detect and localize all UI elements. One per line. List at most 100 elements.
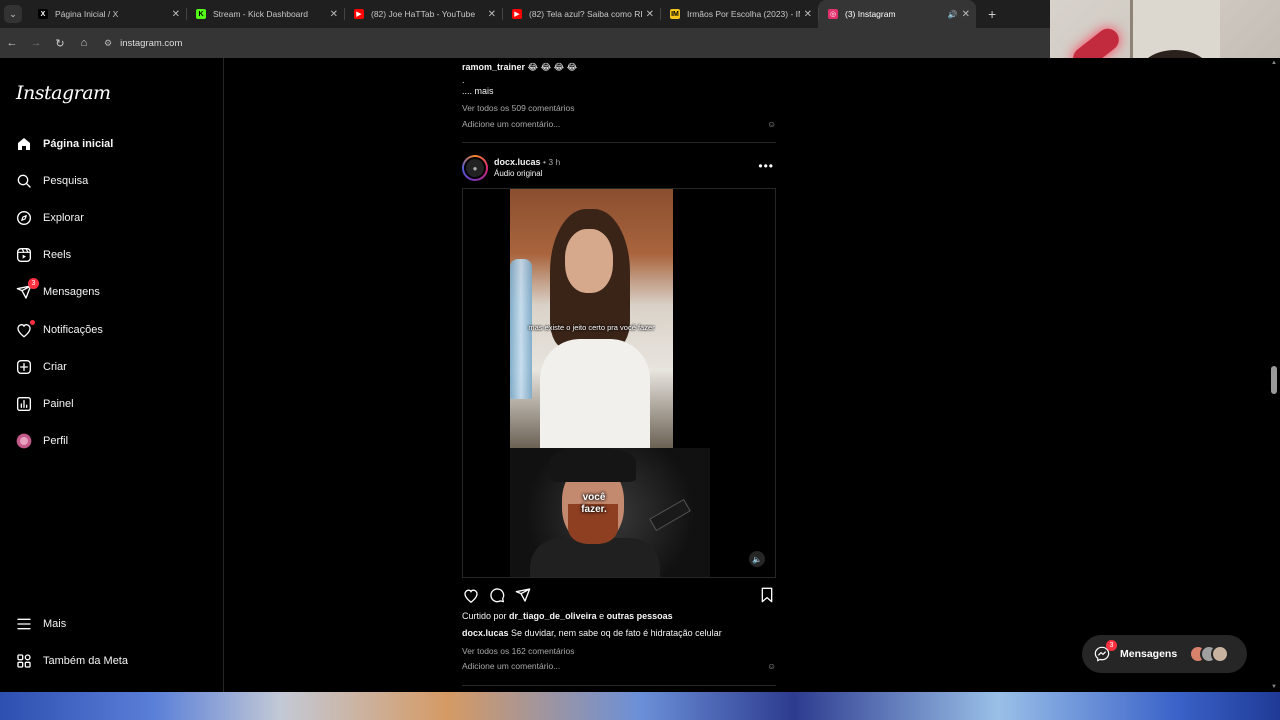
sidebar-bottom-nav: Mais Também da Meta bbox=[0, 605, 224, 679]
tab-favicon-icon: IM bbox=[670, 9, 680, 19]
back-button[interactable]: ← bbox=[0, 37, 24, 49]
sidebar-item-explorar[interactable]: Explorar bbox=[0, 199, 224, 236]
liked-and: e bbox=[599, 611, 605, 621]
sidebar-item-pesquisa[interactable]: Pesquisa bbox=[0, 162, 224, 199]
tab-title: (82) Joe HaTTab - YouTube bbox=[371, 9, 476, 19]
emoji-icon[interactable]: ☺ bbox=[767, 661, 776, 671]
post-caption: docx.lucas Se duvidar, nem sabe oq de fa… bbox=[462, 628, 722, 638]
close-tab-icon[interactable]: ✕ bbox=[172, 9, 180, 20]
sidebar-item-label: Pesquisa bbox=[43, 174, 89, 187]
messages-pill[interactable]: 3 Mensagens bbox=[1082, 635, 1247, 673]
like-heart-icon[interactable] bbox=[462, 586, 480, 604]
prev-caption-user[interactable]: ramom_trainer bbox=[462, 62, 525, 72]
close-tab-icon[interactable]: ✕ bbox=[962, 9, 970, 20]
tab-favicon-icon: K bbox=[196, 9, 206, 19]
emoji-icon[interactable]: ☺ bbox=[767, 119, 776, 129]
home-button[interactable]: ⌂ bbox=[72, 37, 96, 49]
browser-tab[interactable]: K Stream - Kick Dashboard ✕ bbox=[186, 0, 344, 28]
sidebar-item-mais[interactable]: Mais bbox=[0, 605, 224, 642]
sidebar-item-também-da-meta[interactable]: Também da Meta bbox=[0, 642, 224, 679]
post-video[interactable]: mas existe o jeito certo pra você fazer … bbox=[462, 188, 776, 578]
tab-search-button[interactable]: ⌄ bbox=[4, 5, 22, 23]
scroll-down-arrow[interactable]: ▼ bbox=[1271, 684, 1277, 690]
notification-dot bbox=[30, 319, 35, 325]
sidebar-item-label: Página inicial bbox=[43, 137, 114, 150]
tab-favicon-icon: X bbox=[38, 9, 48, 19]
url-text: instagram.com bbox=[120, 37, 183, 49]
close-tab-icon[interactable]: ✕ bbox=[804, 9, 812, 20]
sidebar-item-página-inicial[interactable]: Página inicial bbox=[0, 125, 224, 162]
instagram-logo[interactable]: Instagram bbox=[16, 82, 111, 104]
comment-icon[interactable] bbox=[488, 586, 506, 604]
liked-user[interactable]: dr_tiago_de_oliveira bbox=[509, 611, 597, 621]
page-scrollbar[interactable]: ▲ ▼ bbox=[1268, 58, 1280, 692]
new-tab-button[interactable]: + bbox=[988, 6, 996, 22]
prev-view-comments[interactable]: Ver todos os 509 comentários bbox=[462, 103, 574, 113]
post-user-line: docx.lucas • 3 h bbox=[494, 157, 560, 167]
post-audio[interactable]: Áudio original bbox=[494, 169, 542, 178]
close-tab-icon[interactable]: ✕ bbox=[330, 9, 338, 20]
add-comment-placeholder: Adicione um comentário... bbox=[462, 661, 561, 671]
post-header: ● docx.lucas • 3 h Áudio original ••• bbox=[462, 152, 776, 182]
prev-caption-emoji: 😂 😂 😂 😂 bbox=[527, 62, 578, 72]
browser-tab[interactable]: IM Irmãos Por Escolha (2023) - IM ✕ bbox=[660, 0, 818, 28]
post-username[interactable]: docx.lucas bbox=[494, 157, 541, 167]
post-time: • 3 h bbox=[543, 157, 561, 167]
tab-title: Página Inicial / X bbox=[55, 9, 119, 19]
sidebar-item-criar[interactable]: Criar bbox=[0, 348, 224, 385]
browser-tab[interactable]: ▶ (82) Joe HaTTab - YouTube ✕ bbox=[344, 0, 502, 28]
tab-audio-icon[interactable]: 🔊 bbox=[948, 10, 958, 19]
sidebar-item-mensagens[interactable]: 3 Mensagens bbox=[0, 274, 224, 311]
post-actions bbox=[462, 586, 776, 606]
browser-tab[interactable]: ◎ (3) Instagram 🔊 ✕ bbox=[818, 0, 976, 28]
tab-favicon-icon: ▶ bbox=[354, 9, 364, 19]
tab-title: (82) Tela azul? Saiba como RES bbox=[529, 9, 642, 19]
prev-post-caption: ramom_trainer 😂 😂 😂 😂 bbox=[462, 62, 577, 73]
sidebar-item-label: Notificações bbox=[43, 323, 103, 336]
video-subtitle-bottom: você fazer. bbox=[581, 492, 607, 515]
video-clip-top bbox=[510, 189, 673, 448]
sidebar-item-label: Mais bbox=[43, 617, 67, 630]
liked-others[interactable]: outras pessoas bbox=[607, 611, 673, 621]
video-subtitle-top: mas existe o jeito certo pra você fazer bbox=[528, 323, 655, 332]
post-avatar[interactable]: ● bbox=[462, 155, 488, 181]
sidebar-item-reels[interactable]: Reels bbox=[0, 237, 224, 274]
more-options-icon[interactable]: ••• bbox=[758, 159, 774, 173]
home-icon bbox=[16, 136, 32, 152]
reload-button[interactable]: ↻ bbox=[48, 37, 72, 50]
prev-comment-placeholder: Adicione um comentário... bbox=[462, 119, 561, 129]
add-comment-input[interactable]: Adicione um comentário... ☺ bbox=[462, 661, 776, 671]
post-divider bbox=[462, 685, 776, 686]
scrollbar-thumb[interactable] bbox=[1271, 366, 1277, 394]
create-icon bbox=[16, 359, 32, 375]
browser-tab[interactable]: X Página Inicial / X ✕ bbox=[28, 0, 186, 28]
instagram-app: Instagram Página inicial Pesquisa Explorar… bbox=[0, 58, 1280, 692]
prev-more-link[interactable]: .... mais bbox=[462, 86, 494, 96]
sidebar: Instagram Página inicial Pesquisa Explorar… bbox=[0, 58, 224, 692]
messages-pill-label: Mensagens bbox=[1120, 648, 1178, 660]
caption-username[interactable]: docx.lucas bbox=[462, 628, 509, 638]
browser-tab[interactable]: ▶ (82) Tela azul? Saiba como RES ✕ bbox=[502, 0, 660, 28]
message-avatars bbox=[1189, 645, 1229, 663]
browser-toolbar: ← → ↻ ⌂ ⚙ instagram.com bbox=[0, 28, 1050, 58]
sidebar-item-notificações[interactable]: Notificações bbox=[0, 311, 224, 348]
close-tab-icon[interactable]: ✕ bbox=[646, 9, 654, 20]
scroll-up-arrow[interactable]: ▲ bbox=[1271, 60, 1277, 66]
sidebar-item-painel[interactable]: Painel bbox=[0, 385, 224, 422]
site-settings-icon[interactable]: ⚙ bbox=[104, 38, 112, 49]
forward-button[interactable]: → bbox=[24, 37, 48, 49]
share-icon[interactable] bbox=[514, 586, 532, 604]
sidebar-item-perfil[interactable]: Perfil bbox=[0, 423, 224, 460]
browser-tabstrip: ⌄ X Página Inicial / X ✕ K Stream - Kick Das… bbox=[0, 0, 1050, 28]
close-tab-icon[interactable]: ✕ bbox=[488, 9, 496, 20]
mute-icon[interactable]: 🔈 bbox=[749, 551, 765, 567]
sidebar-item-label: Explorar bbox=[43, 211, 84, 224]
address-bar[interactable]: ⚙ instagram.com bbox=[104, 38, 182, 49]
prev-comment-input[interactable]: Adicione um comentário... ☺ bbox=[462, 119, 776, 129]
sidebar-item-label: Mensagens bbox=[43, 286, 100, 299]
view-comments-link[interactable]: Ver todos os 162 comentários bbox=[462, 646, 574, 656]
save-bookmark-icon[interactable] bbox=[758, 586, 776, 604]
tab-favicon-icon: ▶ bbox=[512, 9, 522, 19]
tab-favicon-icon: ◎ bbox=[828, 9, 838, 19]
messenger-icon: 3 bbox=[1094, 640, 1117, 662]
